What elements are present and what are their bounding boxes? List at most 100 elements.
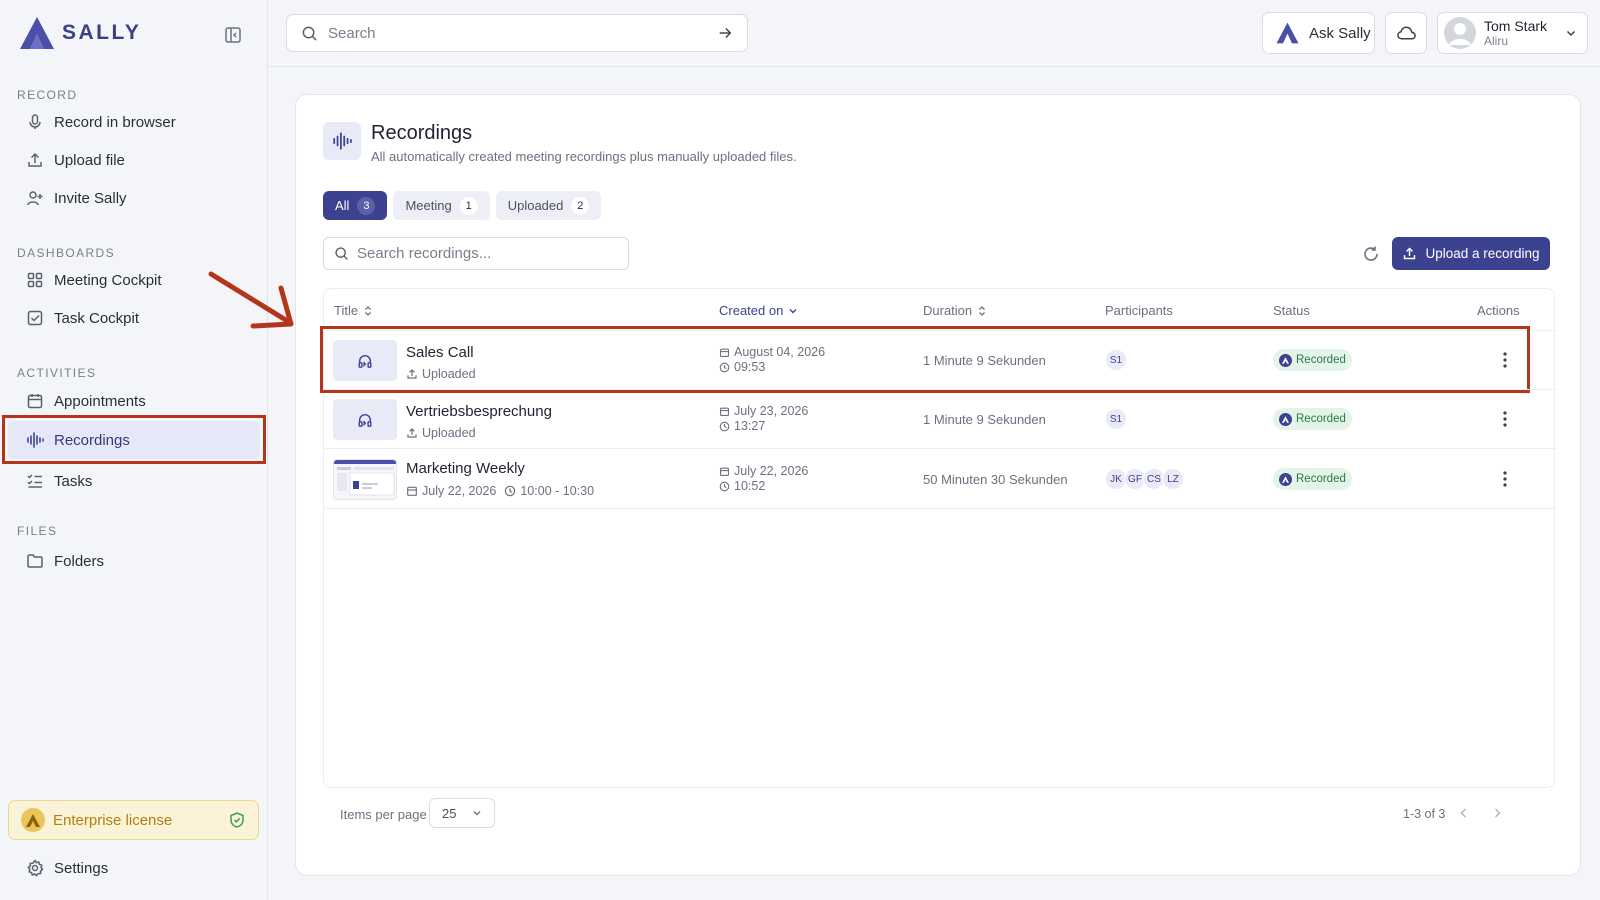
sidebar-item-label: Folders — [54, 552, 105, 570]
sally-logo-icon — [1276, 22, 1299, 44]
search-icon — [335, 247, 348, 260]
pagination-range: 1-3 of 3 — [1403, 807, 1446, 821]
meeting-date: July 22, 2026 — [422, 484, 497, 498]
sidebar-item-label: Record in browser — [54, 113, 176, 131]
sidebar-item-tasks[interactable]: Tasks — [26, 465, 256, 497]
sally-logo-icon — [1279, 412, 1292, 426]
calendar-icon — [719, 467, 730, 477]
shield-check-icon — [230, 812, 244, 828]
tab-count: 3 — [357, 196, 376, 215]
sidebar-item-folders[interactable]: Folders — [26, 545, 256, 577]
more-vertical-icon[interactable] — [1502, 410, 1508, 428]
enterprise-license-badge[interactable]: Enterprise license — [8, 800, 259, 840]
clock-icon — [719, 421, 730, 432]
ask-sally-label: Ask Sally — [1309, 24, 1371, 42]
sidebar-item-label: Settings — [54, 859, 109, 877]
recording-title[interactable]: Marketing Weekly — [406, 460, 525, 477]
sally-logo-icon — [1279, 472, 1292, 486]
sidebar-item-label: Tasks — [54, 472, 93, 490]
page-icon — [323, 122, 361, 160]
folder-icon — [27, 554, 43, 568]
duration: 1 Minute 9 Sekunden — [923, 412, 1046, 427]
status-label: Recorded — [1296, 413, 1346, 425]
status-badge: Recorded — [1273, 468, 1352, 490]
table-row[interactable]: Vertriebsbesprechung Uploaded July 23, 2… — [324, 389, 1556, 448]
global-search-input[interactable] — [328, 24, 707, 42]
recordings-table: Title Created on Duration Participants S… — [320, 288, 1556, 788]
user-avatar-icon — [1449, 23, 1471, 45]
user-menu-button[interactable]: Tom Stark Aliru — [1437, 12, 1588, 54]
column-header-label: Participants — [1105, 303, 1173, 318]
grid-icon — [27, 272, 43, 288]
participant-chip: LZ — [1162, 468, 1184, 490]
sidebar-item-upload-file[interactable]: Upload file — [26, 144, 256, 176]
calendar-icon — [719, 407, 730, 417]
upload-icon — [28, 152, 42, 167]
page-title: Recordings — [371, 122, 473, 144]
items-per-page-select[interactable]: 25 — [429, 798, 495, 828]
top-bar: Ask Sally Tom Stark Aliru — [268, 0, 1600, 67]
participants: S1 — [1105, 408, 1127, 430]
recording-source: Uploaded — [406, 426, 476, 440]
avatar — [1444, 17, 1476, 49]
section-label-dashboards: DASHBOARDS — [17, 246, 116, 260]
created-on: July 23, 2026 13:27 — [719, 404, 808, 434]
sidebar-item-settings[interactable]: Settings — [26, 852, 256, 884]
chevron-down-icon — [473, 811, 481, 816]
recording-source-label: Uploaded — [422, 426, 476, 440]
recordings-search[interactable] — [323, 237, 629, 270]
app-name: SALLY — [62, 21, 142, 44]
chevron-down-icon — [789, 308, 797, 313]
refresh-icon[interactable] — [1362, 245, 1380, 263]
sidebar-item-invite-sally[interactable]: Invite Sally — [26, 182, 256, 214]
tab-uploaded[interactable]: Uploaded 2 — [495, 191, 602, 220]
upload-recording-button[interactable]: Upload a recording — [1392, 237, 1550, 270]
tab-all[interactable]: All 3 — [323, 191, 388, 220]
table-row[interactable]: Marketing Weekly July 22, 2026 10:00 - 1… — [324, 448, 1556, 509]
column-header-participants: Participants — [1105, 303, 1173, 318]
column-header-title[interactable]: Title — [334, 303, 373, 318]
status-badge: Recorded — [1273, 408, 1352, 430]
column-header-label: Actions — [1477, 303, 1520, 318]
chevron-down-icon — [1566, 30, 1576, 37]
user-info: Tom Stark Aliru — [1484, 18, 1547, 48]
tab-meeting[interactable]: Meeting 1 — [393, 191, 490, 220]
sidebar-collapse-icon[interactable] — [224, 26, 242, 44]
user-org: Aliru — [1484, 34, 1509, 48]
column-header-label: Duration — [923, 303, 973, 318]
cloud-icon — [1396, 26, 1416, 40]
arrow-right-icon[interactable] — [717, 25, 733, 41]
recording-schedule: July 22, 2026 10:00 - 10:30 — [406, 484, 594, 498]
ask-sally-button[interactable]: Ask Sally — [1262, 12, 1375, 54]
duration: 50 Minuten 30 Sekunden — [923, 472, 1068, 487]
column-header-created-on[interactable]: Created on — [719, 303, 798, 318]
upload-icon — [407, 428, 417, 438]
checkbox-icon — [27, 310, 43, 326]
recording-title[interactable]: Vertriebsbesprechung — [406, 403, 552, 420]
chevron-left-icon[interactable] — [1458, 807, 1470, 819]
gear-icon — [27, 859, 44, 877]
license-label: Enterprise license — [53, 811, 173, 829]
column-header-duration[interactable]: Duration — [923, 303, 987, 318]
app-logo[interactable]: SALLY — [18, 16, 141, 50]
annotation-arrow-icon — [208, 271, 294, 329]
sidebar-item-appointments[interactable]: Appointments — [26, 385, 256, 417]
sidebar-item-label: Task Cockpit — [54, 309, 140, 327]
highlight-sidebar-recordings — [2, 415, 266, 464]
user-plus-icon — [27, 191, 43, 206]
column-header-label: Status — [1273, 303, 1310, 318]
participants: JK GF CS LZ — [1105, 468, 1184, 490]
created-on: July 22, 2026 10:52 — [719, 464, 808, 494]
status-label: Recorded — [1296, 473, 1346, 485]
chevron-right-icon[interactable] — [1491, 807, 1503, 819]
global-search[interactable] — [286, 14, 748, 52]
more-vertical-icon[interactable] — [1502, 470, 1508, 488]
cloud-sync-button[interactable] — [1385, 12, 1427, 54]
user-name: Tom Stark — [1484, 18, 1548, 34]
items-per-page-label: Items per page — [340, 807, 427, 822]
highlight-row-sales-call — [320, 326, 1530, 393]
sidebar-item-record-in-browser[interactable]: Record in browser — [26, 106, 256, 138]
upload-icon — [1404, 247, 1416, 260]
created-time: 13:27 — [734, 419, 766, 433]
recordings-search-input[interactable] — [357, 245, 618, 262]
